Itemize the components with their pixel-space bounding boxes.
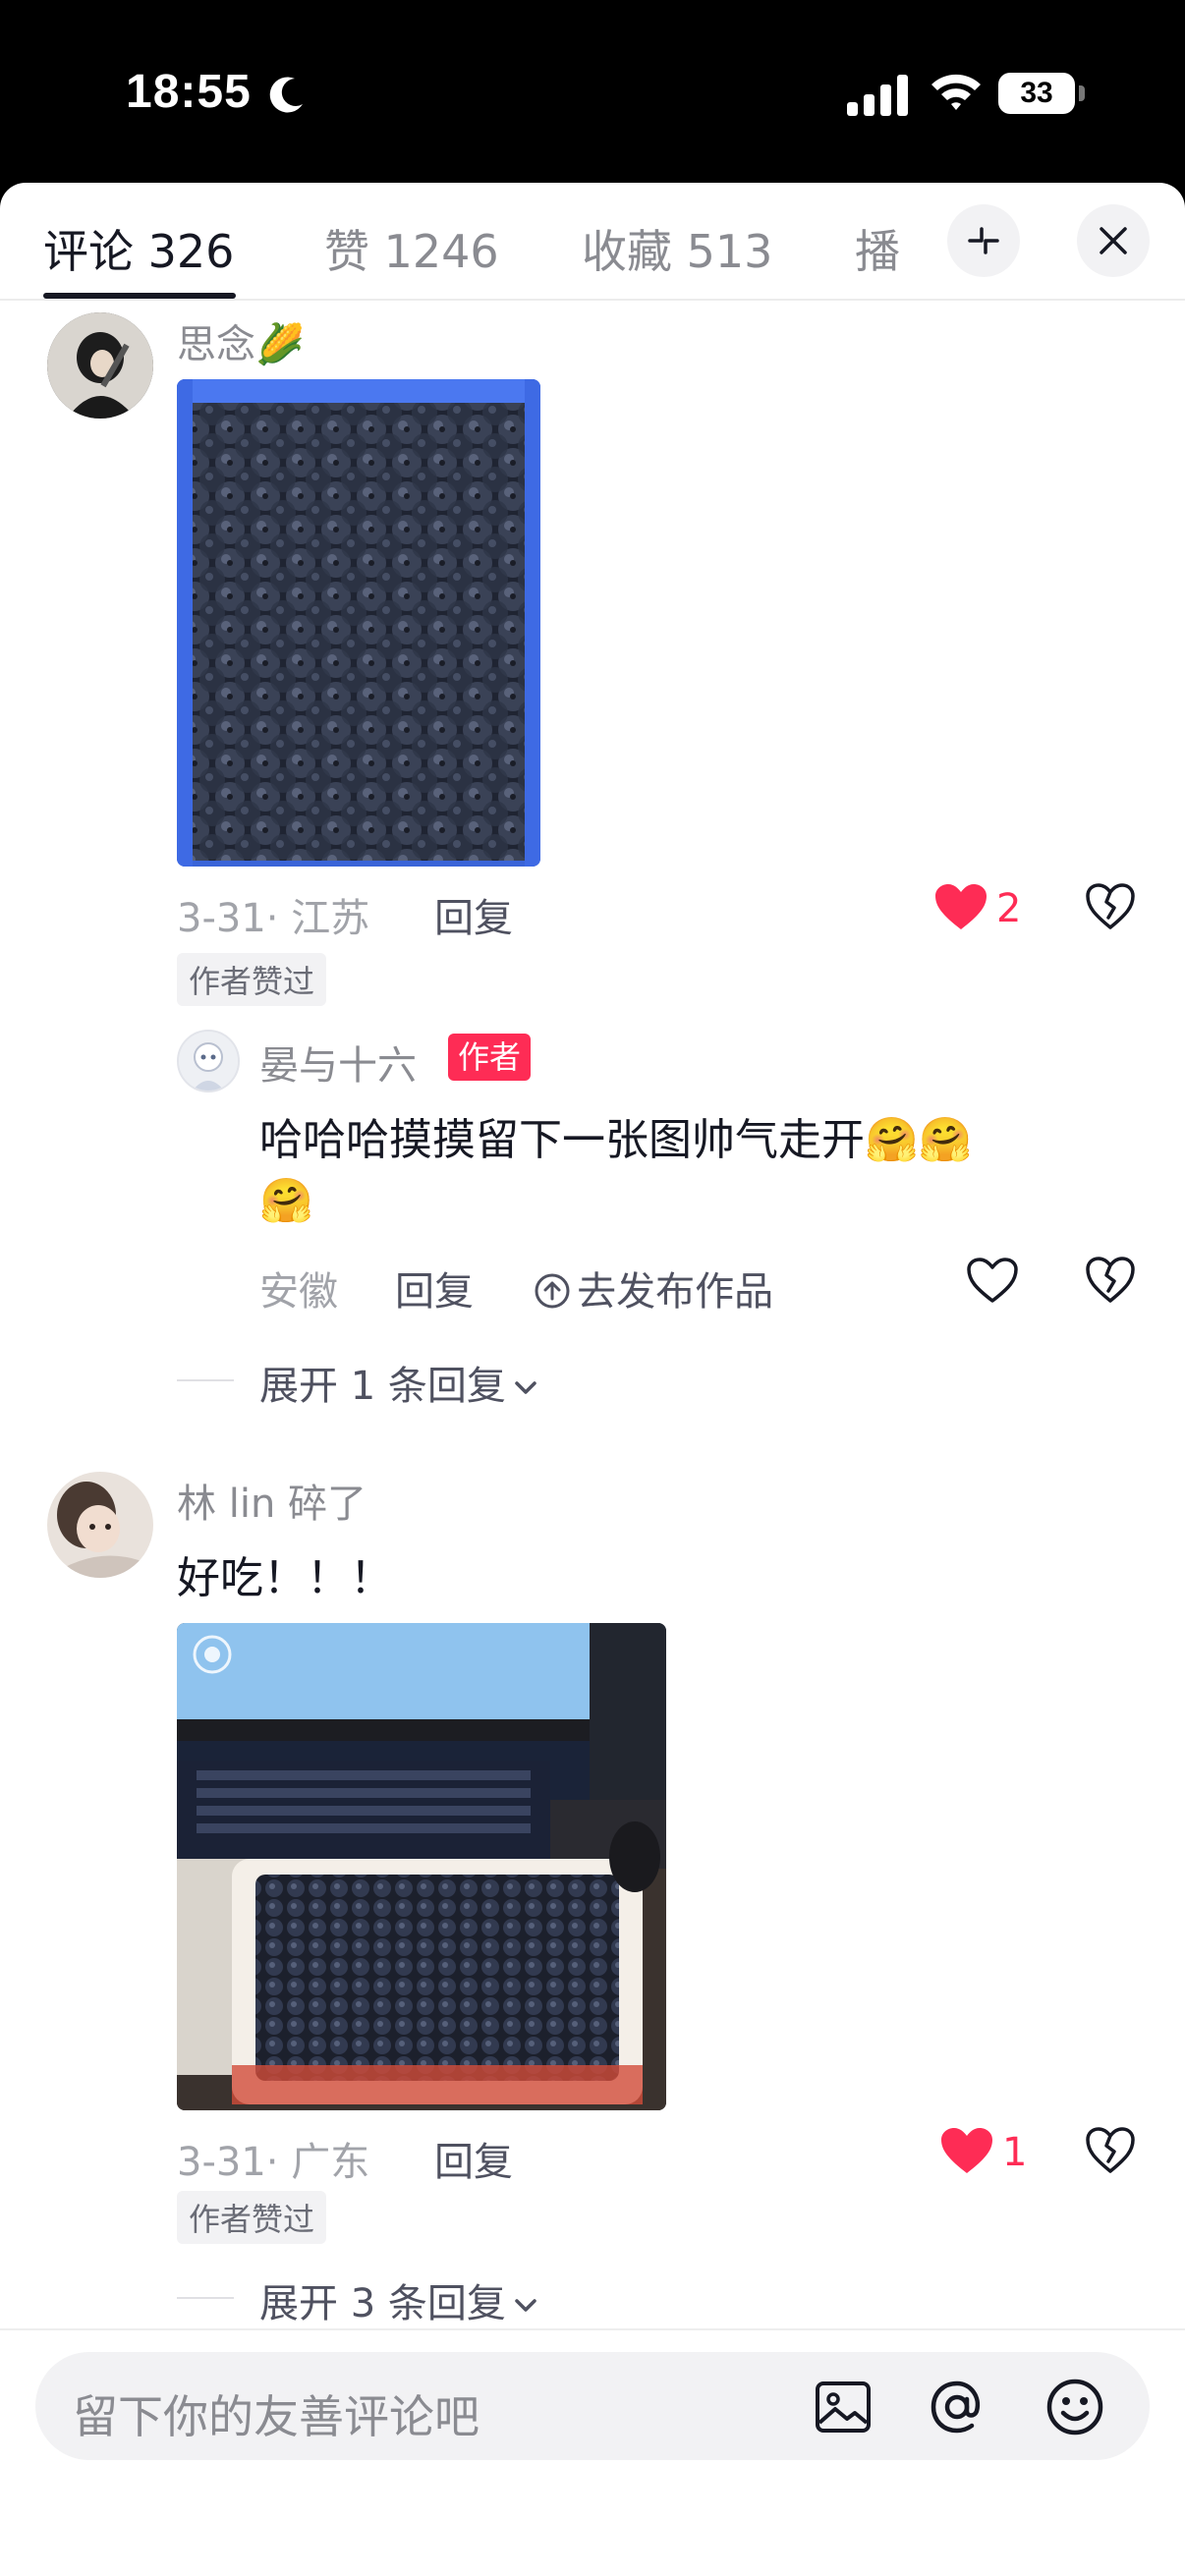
- status-time: 18:55: [126, 66, 252, 118]
- like-button[interactable]: [939, 2126, 994, 2179]
- publish-work-link[interactable]: 去发布作品: [533, 1260, 773, 1316]
- avatar[interactable]: [47, 312, 153, 419]
- expand-replies-label: 展开 1 条回复: [259, 1364, 506, 1409]
- author-liked-badge: 作者赞过: [177, 953, 327, 1006]
- reply-text: 哈哈哈摸摸留下一张图帅气走开🤗🤗: [259, 1115, 973, 1165]
- broken-heart-icon: [1086, 1257, 1135, 1303]
- avatar[interactable]: [177, 1030, 240, 1092]
- tab-comments[interactable]: 评论 326: [43, 216, 234, 281]
- chevron-down-icon: [515, 2299, 536, 2312]
- tab-likes[interactable]: 赞 1246: [324, 216, 499, 281]
- expand-divider: [177, 2297, 234, 2299]
- image-picker-button[interactable]: [814, 2378, 873, 2440]
- comment-username[interactable]: 思念🌽: [177, 312, 305, 369]
- comment-input[interactable]: 留下你的友善评论吧: [35, 2352, 1150, 2460]
- reply-text-continued: 🤗: [259, 1176, 313, 1226]
- battery-indicator: 33: [998, 73, 1085, 114]
- reply-button[interactable]: 回复: [434, 886, 513, 943]
- avatar[interactable]: [47, 1472, 153, 1578]
- upload-arrow-icon: [535, 1273, 570, 1309]
- expand-replies-label: 展开 3 条回复: [259, 2281, 506, 2326]
- emoji-button[interactable]: [1044, 2376, 1106, 2442]
- close-button[interactable]: [1077, 204, 1150, 277]
- dislike-button[interactable]: [1085, 1256, 1136, 1309]
- comment-text: 好吃！！！: [177, 1553, 393, 1603]
- image-icon: [816, 2381, 871, 2433]
- status-bar: 18:55 33: [0, 0, 1185, 187]
- comment-date-location: 3-31· 广东: [177, 2140, 370, 2185]
- comment-date-location: 3-31· 江苏: [177, 896, 370, 941]
- comment-photo[interactable]: [177, 1623, 666, 2110]
- tab-favorites[interactable]: 收藏 513: [582, 216, 772, 281]
- collapse-icon: [968, 227, 999, 254]
- tab-plays[interactable]: 播: [855, 216, 900, 281]
- comment-input-placeholder: 留下你的友善评论吧: [73, 2390, 480, 2443]
- expand-divider: [177, 1379, 234, 1381]
- publish-work-label: 去发布作品: [577, 1269, 774, 1315]
- author-tag: 作者: [448, 1034, 532, 1081]
- comment-input-bar: 留下你的友善评论吧: [0, 2328, 1185, 2576]
- reply-username[interactable]: 晏与十六: [259, 1034, 417, 1091]
- heart-filled-icon: [935, 884, 987, 929]
- heart-filled-icon: [941, 2128, 992, 2173]
- reply-location: 安徽: [259, 1269, 338, 1315]
- collapse-button[interactable]: [947, 204, 1020, 277]
- expand-replies-button[interactable]: 展开 3 条回复: [259, 2271, 540, 2328]
- mention-button[interactable]: [926, 2376, 988, 2442]
- emoji-icon: [1046, 2379, 1103, 2436]
- moon-icon: [265, 73, 309, 120]
- reply-button[interactable]: 回复: [395, 1260, 474, 1316]
- wifi-icon: [930, 69, 983, 114]
- like-button[interactable]: [965, 1256, 1020, 1309]
- like-count: 1: [1002, 2130, 1028, 2175]
- tab-active-indicator: [43, 293, 236, 299]
- author-liked-badge: 作者赞过: [177, 2191, 327, 2244]
- broken-heart-icon: [1086, 883, 1135, 929]
- tab-bar: 评论 326 赞 1246 收藏 513 播: [0, 183, 1185, 301]
- comment-photo[interactable]: [177, 379, 540, 867]
- like-count: 2: [996, 886, 1022, 931]
- expand-replies-button[interactable]: 展开 1 条回复: [259, 1354, 540, 1411]
- chevron-down-icon: [515, 1381, 536, 1394]
- reply-button[interactable]: 回复: [434, 2130, 513, 2187]
- heart-outline-icon: [967, 1258, 1018, 1303]
- comments-sheet: 评论 326 赞 1246 收藏 513 播 思念🌽 3-31· 江苏 回复 2…: [0, 183, 1185, 2576]
- dislike-button[interactable]: [1085, 882, 1136, 935]
- at-sign-icon: [931, 2380, 981, 2434]
- close-icon: [1100, 227, 1127, 254]
- dislike-button[interactable]: [1085, 2126, 1136, 2179]
- like-button[interactable]: [933, 882, 988, 935]
- comment-username[interactable]: 林 lin 碎了: [177, 1472, 367, 1529]
- broken-heart-icon: [1086, 2127, 1135, 2173]
- signal-icon: [847, 73, 910, 116]
